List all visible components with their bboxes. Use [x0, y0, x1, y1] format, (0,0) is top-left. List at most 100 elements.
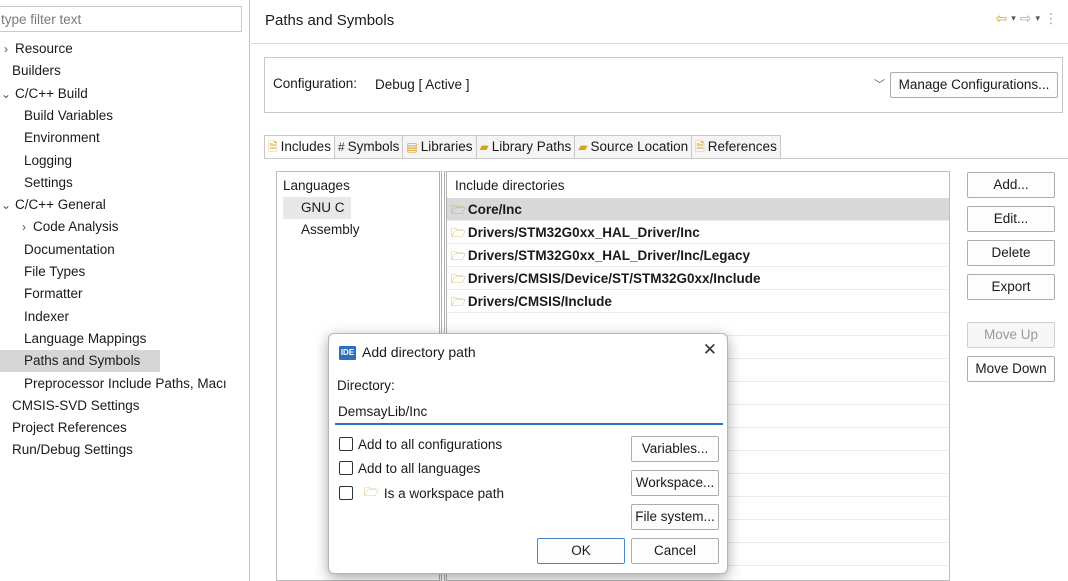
tab-includes[interactable]: 🗎 Includes — [264, 135, 335, 159]
edit-button[interactable]: Edit... — [967, 206, 1055, 232]
sidebar-item[interactable]: Documentation — [0, 239, 119, 261]
sidebar-item[interactable]: ⌄ C/C++ Build — [0, 83, 92, 105]
sidebar-item-label: Formatter — [24, 286, 83, 301]
sidebar-item-label: Indexer — [24, 309, 70, 324]
sidebar-item[interactable]: Settings — [0, 172, 77, 194]
language-item-gnu-c[interactable]: GNU C — [283, 197, 351, 219]
chevron-down-icon[interactable]: ⌄ — [0, 194, 12, 216]
tab-libraries[interactable]: ▤ Libraries — [403, 135, 477, 159]
sidebar-item[interactable]: Project References — [0, 417, 131, 439]
directory-input[interactable] — [335, 400, 723, 425]
add-button[interactable]: Add... — [967, 172, 1055, 198]
tab-label: Source Location — [590, 139, 689, 154]
include-row[interactable]: 🗁 Drivers/CMSIS/Include — [447, 290, 949, 313]
export-button[interactable]: Export — [967, 274, 1055, 300]
tab-label: References — [707, 139, 777, 154]
workspace-path-checkbox[interactable]: 🗁 Is a workspace path — [339, 484, 504, 502]
include-row[interactable]: 🗁 Drivers/STM32G0xx_HAL_Driver/Inc — [447, 221, 949, 244]
include-row[interactable]: 🗁 Drivers/STM32G0xx_HAL_Driver/Inc/Legacy — [447, 244, 949, 267]
include-folder-icon: 🗁 — [451, 295, 466, 309]
chevron-right-icon[interactable]: › — [0, 38, 12, 60]
library-paths-icon: ▰ — [479, 140, 489, 154]
workspace-button[interactable]: Workspace... — [631, 470, 719, 496]
include-path: Drivers/STM32G0xx_HAL_Driver/Inc — [467, 225, 700, 240]
sidebar-item[interactable]: › Resource — [0, 38, 77, 60]
add-to-all-languages-checkbox[interactable]: Add to all languages — [339, 459, 480, 477]
sidebar-item[interactable]: Builders — [0, 60, 65, 82]
view-menu-icon[interactable]: ⋮ — [1044, 10, 1058, 27]
references-icon: 🗎 — [695, 140, 705, 154]
include-folder-icon: 🗁 — [451, 272, 466, 286]
tab-divider — [264, 158, 1068, 159]
page-header: Paths and Symbols ⇦ ▾ ⇨ ▾ ⋮ — [251, 0, 1068, 44]
sidebar-item[interactable]: Run/Debug Settings — [0, 439, 137, 461]
sidebar-item[interactable]: Formatter — [0, 283, 87, 305]
sidebar-item[interactable]: Environment — [0, 127, 104, 149]
sidebar-item-label: Code Analysis — [33, 219, 119, 234]
checkbox-label: Is a workspace path — [383, 485, 504, 501]
add-to-all-configurations-checkbox[interactable]: Add to all configurations — [339, 435, 502, 453]
libraries-icon: ▤ — [406, 140, 418, 154]
chevron-down-icon[interactable]: ⌄ — [0, 83, 12, 105]
directory-label: Directory: — [337, 378, 395, 393]
sidebar-item[interactable]: Indexer — [0, 306, 73, 328]
sidebar-item[interactable]: › Code Analysis — [0, 216, 123, 238]
sidebar-item-label: Project References — [12, 420, 127, 435]
cancel-button[interactable]: Cancel — [631, 538, 719, 564]
filter-input[interactable] — [0, 6, 242, 32]
checkbox-label: Add to all configurations — [358, 436, 503, 452]
sidebar-item-label: C/C++ Build — [15, 86, 88, 101]
include-folder-icon: 🗁 — [451, 226, 466, 240]
checkbox-box[interactable] — [339, 486, 353, 500]
sidebar-item-label: File Types — [24, 264, 86, 279]
tab-symbols[interactable]: # Symbols — [334, 135, 404, 159]
language-item-assembly[interactable]: Assembly — [283, 219, 366, 241]
hash-icon: # — [337, 140, 345, 154]
move-up-button[interactable]: Move Up — [967, 322, 1055, 348]
sidebar-item[interactable]: File Types — [0, 261, 89, 283]
tab-label: Symbols — [347, 139, 400, 154]
configuration-value: Debug [ Active ] — [375, 77, 470, 92]
sidebar-item[interactable]: ⌄ C/C++ General — [0, 194, 110, 216]
forward-arrow-icon[interactable]: ⇨ — [1020, 10, 1032, 27]
checkbox-box[interactable] — [339, 461, 353, 475]
configuration-group: Configuration: Debug [ Active ] ﹀ Manage… — [264, 57, 1063, 113]
back-dropdown-icon[interactable]: ▾ — [1011, 13, 1016, 24]
chevron-down-icon: ﹀ — [874, 79, 885, 91]
sidebar-item-label: Run/Debug Settings — [12, 442, 133, 457]
languages-header: Languages — [283, 178, 350, 193]
sidebar-item-label: Paths and Symbols — [24, 353, 141, 368]
tab-source-location[interactable]: ▰ Source Location — [575, 135, 693, 159]
back-arrow-icon[interactable]: ⇦ — [995, 10, 1007, 27]
sidebar-item-label: CMSIS-SVD Settings — [12, 398, 140, 413]
close-icon[interactable]: ✕ — [703, 340, 717, 360]
sidebar-item[interactable]: Logging — [0, 150, 76, 172]
tab-references[interactable]: 🗎 References — [692, 135, 781, 159]
chevron-right-icon[interactable]: › — [18, 216, 30, 238]
move-down-button[interactable]: Move Down — [967, 356, 1055, 382]
include-row[interactable]: 🗁 Core/Inc — [447, 198, 949, 221]
sidebar-item[interactable]: Preprocessor Include Paths, Macı — [0, 373, 231, 395]
manage-configurations-button[interactable]: Manage Configurations... — [890, 72, 1058, 98]
checkbox-box[interactable] — [339, 437, 353, 451]
sidebar-item[interactable]: Paths and Symbols — [0, 350, 160, 372]
delete-button[interactable]: Delete — [967, 240, 1055, 266]
include-row[interactable]: 🗁 Drivers/CMSIS/Device/ST/STM32G0xx/Inclu… — [447, 267, 949, 290]
includes-icon: 🗎 — [268, 140, 278, 154]
configuration-select[interactable]: Debug [ Active ] ﹀ — [370, 72, 890, 98]
ok-button[interactable]: OK — [537, 538, 625, 564]
tab-label: Library Paths — [491, 139, 572, 154]
sidebar-item[interactable]: Build Variables — [0, 105, 117, 127]
file-system-button[interactable]: File system... — [631, 504, 719, 530]
variables-button[interactable]: Variables... — [631, 436, 719, 462]
nav-toolbar: ⇦ ▾ ⇨ ▾ ⋮ — [995, 10, 1058, 27]
tab-library-paths[interactable]: ▰ Library Paths — [476, 135, 576, 159]
include-folder-icon: 🗁 — [451, 203, 466, 217]
include-path: Core/Inc — [467, 202, 522, 217]
sidebar-item-label: Preprocessor Include Paths, Macı — [24, 376, 227, 391]
sidebar-item[interactable]: Language Mappings — [0, 328, 150, 350]
forward-dropdown-icon[interactable]: ▾ — [1035, 13, 1040, 24]
sidebar-item[interactable]: CMSIS-SVD Settings — [0, 395, 144, 417]
add-directory-dialog: IDE Add directory path ✕ Directory: Add … — [328, 333, 728, 574]
sidebar-item-label: Builders — [12, 63, 61, 78]
